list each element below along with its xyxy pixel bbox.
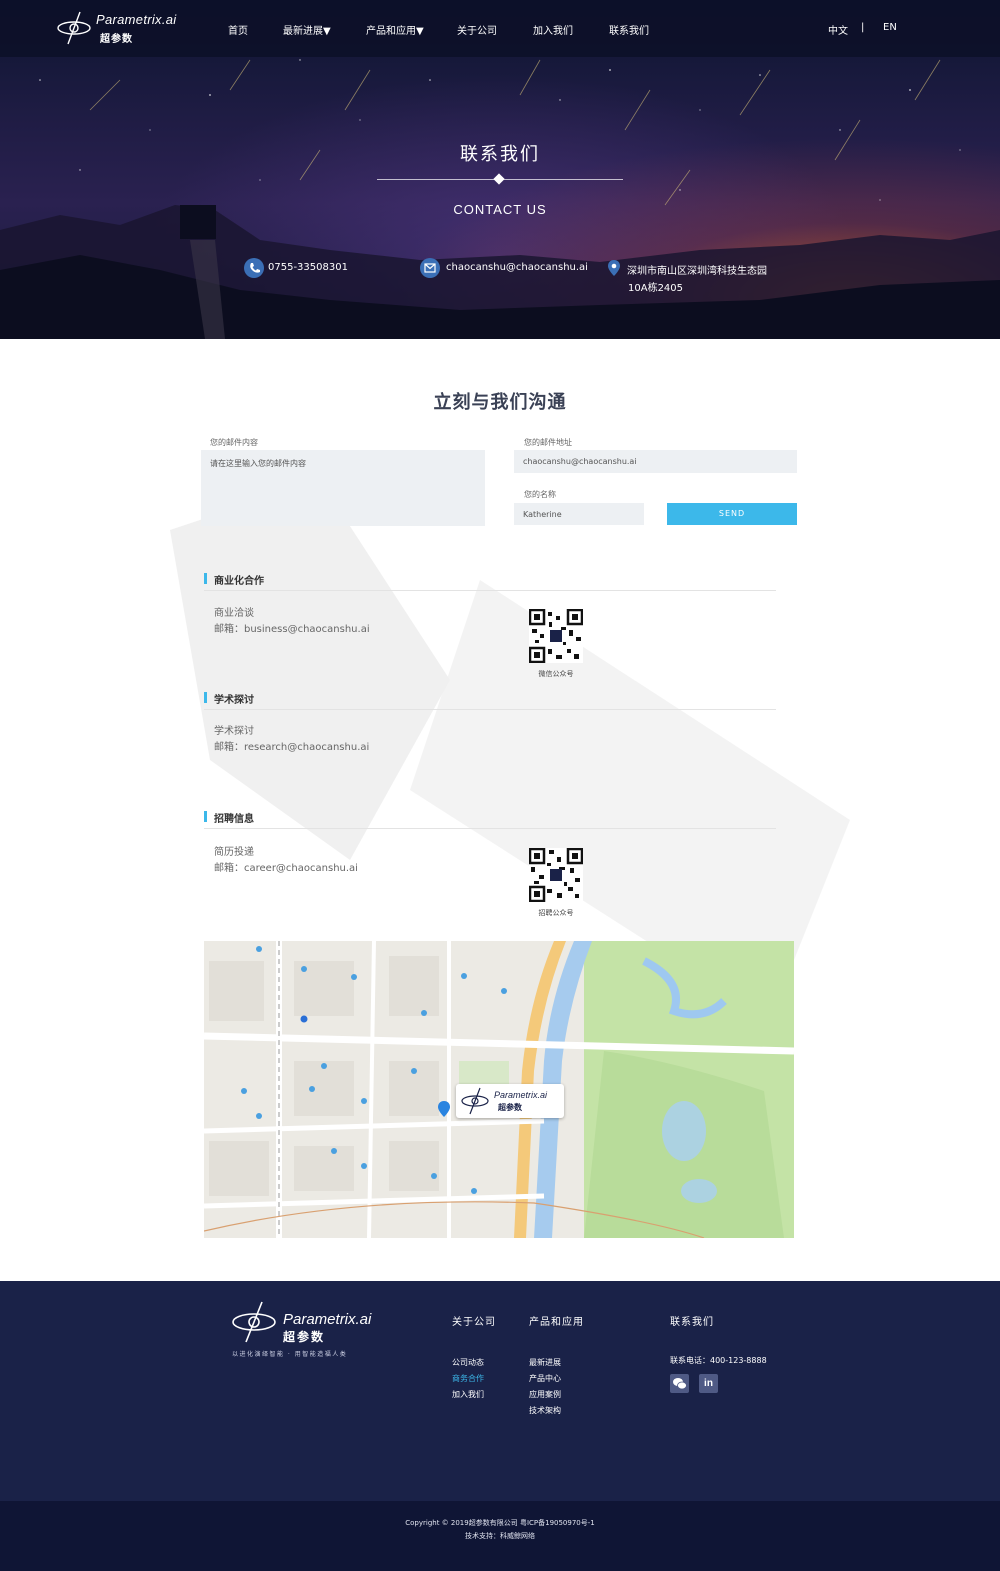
recruit-email[interactable]: 邮箱：career@chaocanshu.ai (214, 861, 358, 877)
email-icon (420, 258, 440, 278)
send-button[interactable]: SEND (667, 503, 797, 525)
academic-email[interactable]: 邮箱：research@chaocanshu.ai (214, 740, 369, 756)
nav-item-join[interactable]: 加入我们 (533, 22, 573, 37)
hero-phone: 0755-33508301 (268, 262, 348, 273)
footer-link-news[interactable]: 公司动态 (452, 1357, 484, 1368)
nav-item-products[interactable]: 产品和应用▼ (366, 22, 424, 37)
hero-subtitle: CONTACT US (453, 202, 547, 217)
nav-item-home[interactable]: 首页 (228, 22, 248, 37)
map-logo-icon (461, 1087, 489, 1115)
hero-email: chaocanshu@chaocanshu.ai (446, 262, 588, 273)
footer-phone: 联系电话：400-123-8888 (670, 1356, 767, 1365)
footer-brand-en: Parametrix.ai (283, 1311, 372, 1328)
brand-name-en: Parametrix.ai (96, 12, 177, 27)
map-card-brand-en: Parametrix.ai (494, 1090, 548, 1100)
email-field[interactable]: chaocanshu@chaocanshu.ai (514, 450, 797, 473)
wechat-qr-code (528, 608, 584, 664)
lang-english[interactable]: EN (883, 22, 897, 33)
lang-chinese[interactable]: 中文 (828, 22, 848, 37)
footer-link-business[interactable]: 商务合作 (452, 1373, 484, 1384)
wechat-qr-caption: 微信公众号 (538, 670, 574, 678)
email-label: 您的邮件地址 (524, 438, 572, 447)
logo-mark-icon (57, 11, 91, 45)
recruit-qr-caption: 招聘公众号 (538, 909, 574, 917)
hero-address-line1: 深圳市南山区深圳湾科技生态园 (627, 266, 767, 277)
footer-link-cases[interactable]: 应用案例 (529, 1389, 561, 1400)
recruit-section-title: 招聘信息 (204, 810, 254, 825)
hero-title: 联系我们 (460, 144, 540, 165)
footer-brand-cn: 超参数 (283, 1330, 326, 1344)
map-location-card[interactable]: Parametrix.ai 超参数 (456, 1084, 564, 1118)
business-section-title: 商业化合作 (204, 572, 264, 587)
form-section-title: 立刻与我们沟通 (433, 392, 567, 413)
map-card-brand-cn: 超参数 (498, 1103, 522, 1112)
name-field[interactable]: Katherine (514, 503, 644, 525)
recruit-qr-code (528, 847, 584, 903)
phone-icon (244, 258, 264, 278)
recruit-label: 简历投递 (214, 847, 254, 858)
name-label: 您的名称 (524, 490, 556, 499)
footer-link-tech[interactable]: 技术架构 (529, 1405, 561, 1416)
location-pin-icon (608, 260, 620, 276)
footer-link-latest[interactable]: 最新进展 (529, 1357, 561, 1368)
brand-logo[interactable]: Parametrix.ai 超参数 (56, 10, 186, 46)
content-label: 您的邮件内容 (210, 438, 258, 447)
business-divider (204, 590, 776, 591)
tech-support-text[interactable]: 技术支持：科威鲸网络 (0, 1531, 1000, 1541)
linkedin-icon[interactable]: in (699, 1374, 718, 1393)
footer-logo-icon (232, 1301, 276, 1343)
business-label: 商业洽谈 (214, 608, 254, 619)
message-textarea[interactable]: 请在这里输入您的邮件内容 (201, 450, 485, 526)
footer-link-products[interactable]: 产品中心 (529, 1373, 561, 1384)
copyright-text: Copyright © 2019超参数有限公司 粤ICP备19050970号-1 (405, 1519, 595, 1527)
wechat-icon[interactable] (670, 1374, 689, 1393)
academic-divider (204, 709, 776, 710)
hero-address-line2: 10A栋2405 (628, 283, 684, 294)
footer-contact-title: 联系我们 (670, 1317, 714, 1328)
academic-label: 学术探讨 (214, 726, 254, 737)
recruit-divider (204, 828, 776, 829)
academic-section-title: 学术探讨 (204, 691, 254, 706)
nav-item-about[interactable]: 关于公司 (457, 22, 497, 37)
brand-name-cn: 超参数 (100, 34, 133, 45)
footer (0, 1281, 1000, 1501)
footer-link-join[interactable]: 加入我们 (452, 1389, 484, 1400)
footer-products-title: 产品和应用 (529, 1317, 584, 1328)
location-map[interactable]: Parametrix.ai 超参数 (204, 941, 794, 1238)
nav-item-latest[interactable]: 最新进展▼ (283, 22, 331, 37)
footer-about-title: 关于公司 (452, 1317, 496, 1328)
top-navigation: Parametrix.ai 超参数 首页 最新进展▼ 产品和应用▼ 关于公司 加… (0, 0, 1000, 57)
business-email[interactable]: 邮箱：business@chaocanshu.ai (214, 622, 370, 638)
nav-item-contact[interactable]: 联系我们 (609, 22, 649, 37)
lang-separator: | (861, 22, 865, 33)
footer-slogan: 以进化演绎智能 · 用智能造福人类 (232, 1351, 348, 1358)
